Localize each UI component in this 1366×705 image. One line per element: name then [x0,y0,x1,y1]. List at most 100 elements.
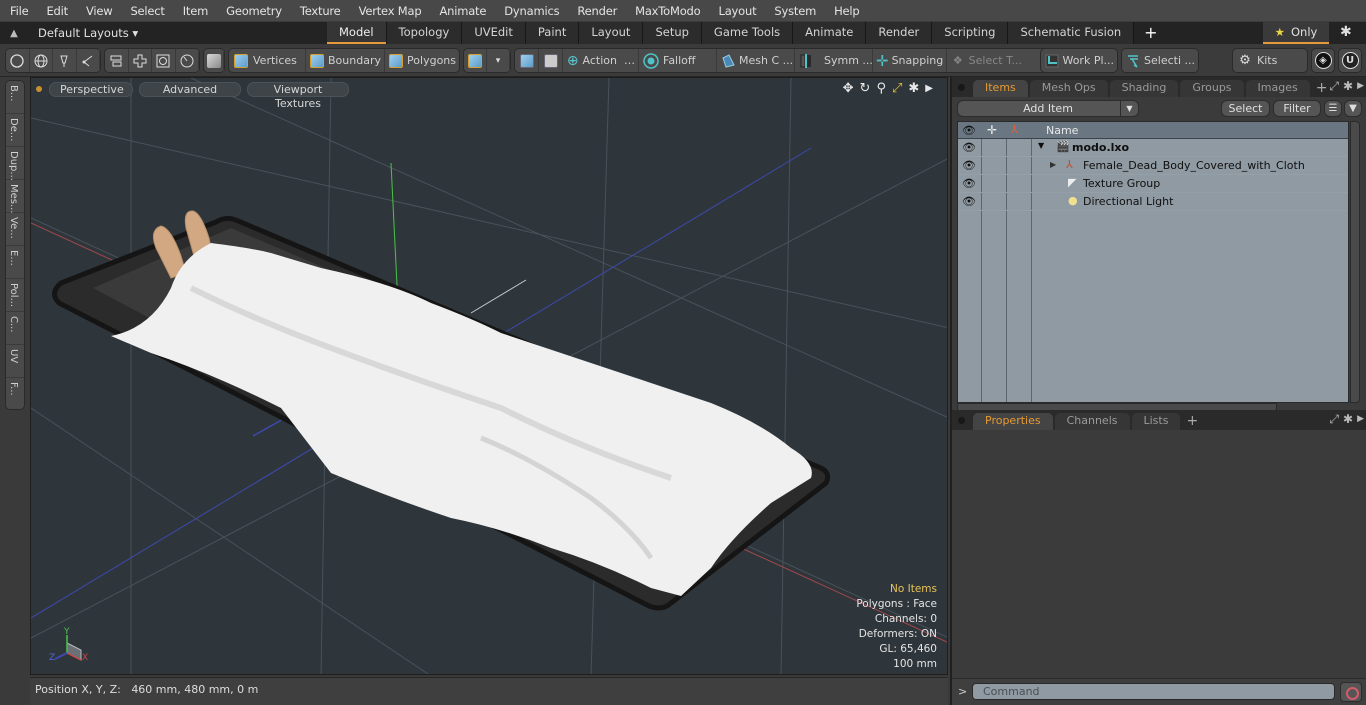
layouts-up-icon[interactable]: ▲ [0,28,28,39]
type-header-icon[interactable]: ⅄ [1011,123,1018,136]
only-toggle[interactable]: ★ Only [1263,22,1329,44]
tree-row-texture-group[interactable]: 👁 ◤ Texture Group [958,175,1348,193]
strip-tab-curve[interactable]: C... [6,312,24,345]
add-panel-tab-icon[interactable]: + [1316,80,1328,97]
panel-arrow-icon[interactable]: ▶ [1357,79,1364,94]
add-item-dropdown-icon[interactable]: ▼ [1120,101,1138,116]
tab-render[interactable]: Render [866,22,933,44]
tab-groups[interactable]: Groups [1180,80,1244,97]
tab-game-tools[interactable]: Game Tools [701,22,794,44]
vertices-button[interactable]: Vertices [229,49,306,72]
symmetry-button[interactable]: Symm ... [795,49,873,72]
visibility-header-icon[interactable]: 👁 [962,124,976,137]
strip-tab-fusion[interactable]: F... [6,378,24,411]
viewport-status-dot[interactable] [36,86,42,92]
tab-shading[interactable]: Shading [1109,80,1179,97]
unwrap-cross-icon[interactable] [129,49,152,72]
circle-select-icon[interactable] [6,49,30,72]
tab-topology[interactable]: Topology [386,22,463,44]
transform-world-icon[interactable] [515,49,539,72]
menu-edit[interactable]: Edit [36,4,75,18]
panel-dot-icon[interactable] [958,84,965,91]
perspective-button[interactable]: Perspective [49,81,133,97]
menu-texture[interactable]: Texture [290,4,349,18]
menu-maxtomodo[interactable]: MaxToModo [625,4,708,18]
unreal-icon[interactable]: U [1339,49,1361,72]
boundary-button[interactable]: Boundary [306,49,385,72]
add-panel-tab-icon[interactable]: + [1186,413,1198,430]
viewport-textures-button[interactable]: Viewport Textures [247,81,349,110]
viewport-expand-arrow-icon[interactable]: ▶ [925,81,933,97]
tab-properties[interactable]: Properties [973,413,1053,430]
unity-icon[interactable]: ◈ [1312,49,1334,72]
tab-model[interactable]: Model [327,22,387,44]
expand-panel-icon[interactable]: ⤢ [1329,79,1339,94]
dial-icon[interactable] [176,49,199,72]
tab-items[interactable]: Items [973,80,1028,97]
polygons-button[interactable]: Polygons [385,49,459,72]
snapping-button[interactable]: ✛ Snapping [873,49,947,72]
expand-arrow-icon[interactable]: ▶ [1050,160,1056,169]
menu-layout[interactable]: Layout [709,4,765,18]
menu-system[interactable]: System [764,4,824,18]
strip-tab-mesh-edit[interactable]: Mes... [6,180,24,214]
kits-button[interactable]: ⚙ Kits [1233,49,1307,72]
tab-layout[interactable]: Layout [579,22,644,44]
expand-panel-icon[interactable]: ⤢ [1329,412,1339,427]
gear-icon[interactable]: ✱ [1340,24,1352,40]
add-item-button[interactable]: Add Item ▼ [957,100,1139,117]
menu-help[interactable]: Help [824,4,867,18]
action-center-button[interactable]: ⊕ Action … [563,49,639,72]
tab-setup[interactable]: Setup [643,22,702,44]
rotate-view-icon[interactable]: ↻ [860,81,871,97]
panel-arrow-icon[interactable]: ▶ [1357,412,1364,427]
menu-animate[interactable]: Animate [429,4,494,18]
menu-select[interactable]: Select [120,4,172,18]
default-layouts-dropdown[interactable]: Default Layouts ▾ [38,26,138,40]
transform-local-icon[interactable] [539,49,563,72]
tab-paint[interactable]: Paint [525,22,580,44]
zoom-view-icon[interactable]: ⚲ [876,81,886,97]
tree-row-scene[interactable]: 👁 ▼ 🎬 modo.lxo [958,139,1348,157]
menu-item[interactable]: Item [173,4,216,18]
select-button[interactable]: Select [1221,100,1270,117]
material-cube-icon[interactable] [464,49,487,72]
panel-dot-icon[interactable] [958,417,965,424]
strip-tab-basic[interactable]: B... [6,81,24,114]
select-through-button[interactable]: ❖ Select T... [947,49,1025,72]
menu-vertex-map[interactable]: Vertex Map [349,4,430,18]
strip-tab-uv[interactable]: UV [6,345,24,378]
tab-uvedit[interactable]: UVEdit [462,22,526,44]
tree-vertical-scrollbar[interactable] [1350,121,1360,403]
tab-channels[interactable]: Channels [1054,413,1130,430]
align-icon[interactable] [105,49,129,72]
falloff-button[interactable]: Falloff [639,49,717,72]
tree-row-mesh[interactable]: 👁 ▶ ⅄ Female_Dead_Body_Covered_with_Clot… [958,157,1348,175]
add-tab-icon[interactable]: + [1134,22,1167,44]
command-input[interactable] [972,683,1335,700]
record-macro-button[interactable] [1340,682,1362,702]
menu-dynamics[interactable]: Dynamics [494,4,567,18]
menu-view[interactable]: View [76,4,121,18]
visibility-eye-icon[interactable]: 👁 [962,195,976,208]
visibility-eye-icon[interactable]: 👁 [962,177,976,190]
panel-gear-icon[interactable]: ✱ [1343,79,1353,94]
lock-header-icon[interactable]: ✛ [987,123,997,137]
maximize-view-icon[interactable]: ⤢ [892,81,902,97]
viewport-settings-gear-icon[interactable]: ✱ [908,81,919,97]
tab-schematic-fusion[interactable]: Schematic Fusion [1008,22,1135,44]
work-plane-button[interactable]: Work Pl... [1041,49,1117,72]
globe-icon[interactable] [30,49,53,72]
strip-tab-edge[interactable]: E... [6,246,24,279]
3d-viewport[interactable]: Y X Z Perspective Advanced Viewport Text… [30,77,948,675]
strip-tab-duplicate[interactable]: Dup... [6,147,24,181]
strip-tab-deform[interactable]: De... [6,114,24,147]
tab-images[interactable]: Images [1245,80,1310,97]
mesh-constraint-button[interactable]: Mesh C ... [717,49,795,72]
strip-tab-vertex[interactable]: Ve... [6,213,24,246]
menu-geometry[interactable]: Geometry [216,4,290,18]
panel-gear-icon[interactable]: ✱ [1343,412,1353,427]
item-mode-icon[interactable] [204,49,224,72]
pen-icon[interactable] [53,49,77,72]
collapse-arrow-icon[interactable]: ▼ [1038,141,1044,150]
